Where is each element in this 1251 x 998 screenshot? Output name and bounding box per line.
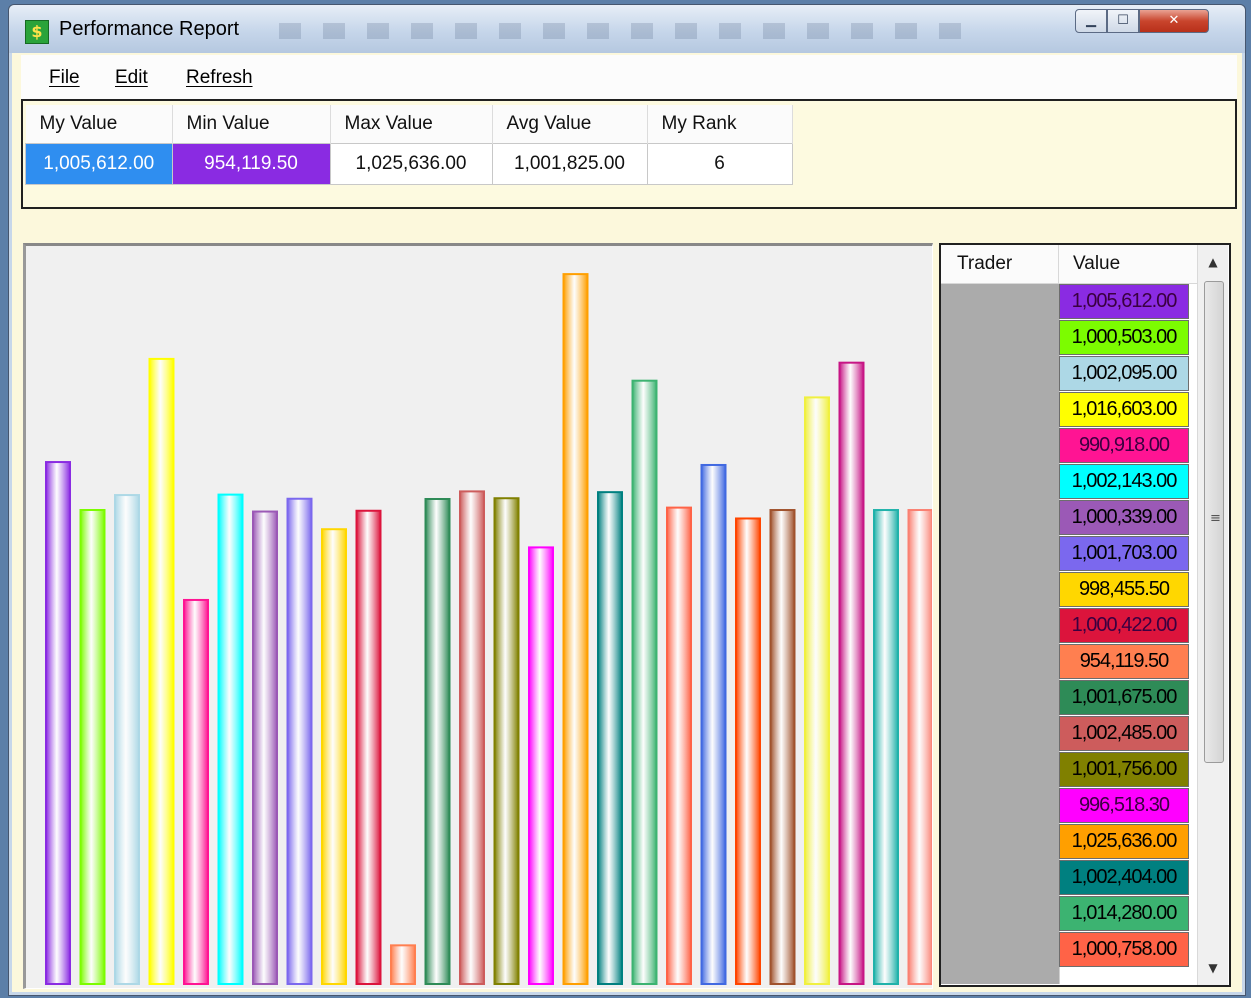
grid-value-cell[interactable]: 1,002,143.00	[1059, 464, 1189, 499]
chart-bar	[562, 273, 589, 985]
grid-value-cell[interactable]: 1,001,675.00	[1059, 680, 1189, 715]
chart-bar	[114, 494, 140, 985]
grid-value-cell[interactable]: 1,000,758.00	[1059, 932, 1189, 967]
chart-bar	[907, 509, 932, 985]
close-button[interactable]: ✕	[1139, 9, 1209, 33]
grid-value-cell[interactable]: 1,005,612.00	[1059, 284, 1189, 319]
grid-value-cell[interactable]: 1,002,404.00	[1059, 860, 1189, 895]
trader-column[interactable]	[941, 284, 1060, 984]
scroll-down-arrow-icon[interactable]: ▼	[1198, 953, 1228, 983]
grid-value-cell[interactable]: 1,000,422.00	[1059, 608, 1189, 643]
grid-value-cell[interactable]: 1,001,756.00	[1059, 752, 1189, 787]
header-avg-value[interactable]: Avg Value	[492, 105, 648, 144]
minimize-button[interactable]: ▁	[1075, 9, 1107, 33]
grid-value-cell[interactable]: 1,001,703.00	[1059, 536, 1189, 571]
header-my-value[interactable]: My Value	[25, 105, 173, 144]
grid-header-row: Trader Value	[941, 245, 1199, 284]
chart-bar	[804, 396, 830, 986]
grip-icon: ≡	[1210, 511, 1221, 526]
grid-value-cell[interactable]: 1,025,636.00	[1059, 824, 1189, 859]
my-value-cell[interactable]: 1,005,612.00	[25, 143, 173, 185]
chart-bar	[769, 509, 796, 985]
menu-refresh[interactable]: Refresh	[186, 67, 253, 89]
max-value-cell[interactable]: 1,025,636.00	[329, 143, 493, 185]
bar-chart	[45, 273, 932, 986]
chart-bar	[735, 517, 761, 985]
chart-bar	[631, 379, 658, 986]
header-my-rank[interactable]: My Rank	[647, 105, 793, 144]
chart-bar	[183, 598, 209, 985]
grid-value-cell[interactable]: 996,518.30	[1059, 788, 1189, 823]
maximize-button[interactable]: ☐	[1107, 9, 1139, 33]
dollar-app-icon: $	[25, 20, 49, 44]
stats-panel: My Value Min Value Max Value Avg Value M…	[21, 99, 1237, 209]
stats-value-row: 1,005,612.00 954,119.50 1,025,636.00 1,0…	[25, 143, 793, 185]
window-title: Performance Report	[59, 18, 240, 40]
chart-bar	[252, 510, 278, 985]
menu-bar: File Edit Refresh	[21, 55, 1237, 100]
my-rank-cell[interactable]: 6	[646, 143, 793, 185]
menu-edit[interactable]: Edit	[115, 67, 148, 89]
chart-bar	[321, 528, 347, 985]
header-value[interactable]: Value	[1059, 245, 1189, 283]
grid-value-cell[interactable]: 1,000,339.00	[1059, 500, 1189, 535]
chart-bar	[700, 463, 727, 985]
chart-bar	[597, 491, 623, 985]
chart-bar	[459, 490, 485, 985]
chart-bar	[148, 357, 175, 986]
trader-value-grid[interactable]: Trader Value 1,005,612.00 1,000,503.00 1,0…	[939, 243, 1231, 987]
grid-value-cell[interactable]: 1,002,485.00	[1059, 716, 1189, 751]
grid-value-cell[interactable]: 990,918.00	[1059, 428, 1189, 463]
grid-value-cell[interactable]: 1,002,095.00	[1059, 356, 1189, 391]
header-max-value[interactable]: Max Value	[330, 105, 493, 144]
chart-bar	[528, 546, 554, 985]
chart-bar	[838, 361, 865, 986]
chart-bar	[493, 497, 520, 986]
grid-value-cell[interactable]: 1,014,280.00	[1059, 896, 1189, 931]
bar-chart-panel	[23, 243, 933, 989]
vertical-scrollbar[interactable]: ▲ ≡ ▼	[1197, 245, 1228, 985]
scroll-thumb[interactable]: ≡	[1204, 281, 1224, 763]
min-value-cell[interactable]: 954,119.50	[171, 143, 331, 185]
chart-bar	[390, 944, 416, 986]
scroll-up-arrow-icon[interactable]: ▲	[1198, 247, 1228, 277]
chart-bar	[424, 497, 451, 985]
chart-bar	[355, 509, 382, 985]
chart-bar	[45, 461, 71, 985]
menu-file[interactable]: File	[49, 67, 80, 89]
chart-bar	[666, 506, 692, 985]
chart-bar	[217, 493, 244, 986]
header-min-value[interactable]: Min Value	[172, 105, 331, 144]
title-bar[interactable]: $ Performance Report ▁ ☐ ✕	[9, 5, 1245, 53]
chart-bar	[873, 509, 899, 985]
grid-value-cell[interactable]: 998,455.50	[1059, 572, 1189, 607]
stats-grid[interactable]: My Value Min Value Max Value Avg Value M…	[25, 105, 793, 185]
background-taskbar-blur	[279, 23, 979, 39]
avg-value-cell[interactable]: 1,001,825.00	[491, 143, 648, 185]
grid-value-cell[interactable]: 1,000,503.00	[1059, 320, 1189, 355]
stats-header-row: My Value Min Value Max Value Avg Value M…	[25, 105, 793, 144]
performance-report-window: $ Performance Report ▁ ☐ ✕ File Edit Ref…	[8, 4, 1246, 996]
grid-value-cell[interactable]: 954,119.50	[1059, 644, 1189, 679]
chart-bar	[286, 497, 313, 986]
chart-bar	[79, 508, 106, 985]
grid-value-cell[interactable]: 1,016,603.00	[1059, 392, 1189, 427]
header-trader[interactable]: Trader	[941, 245, 1059, 283]
